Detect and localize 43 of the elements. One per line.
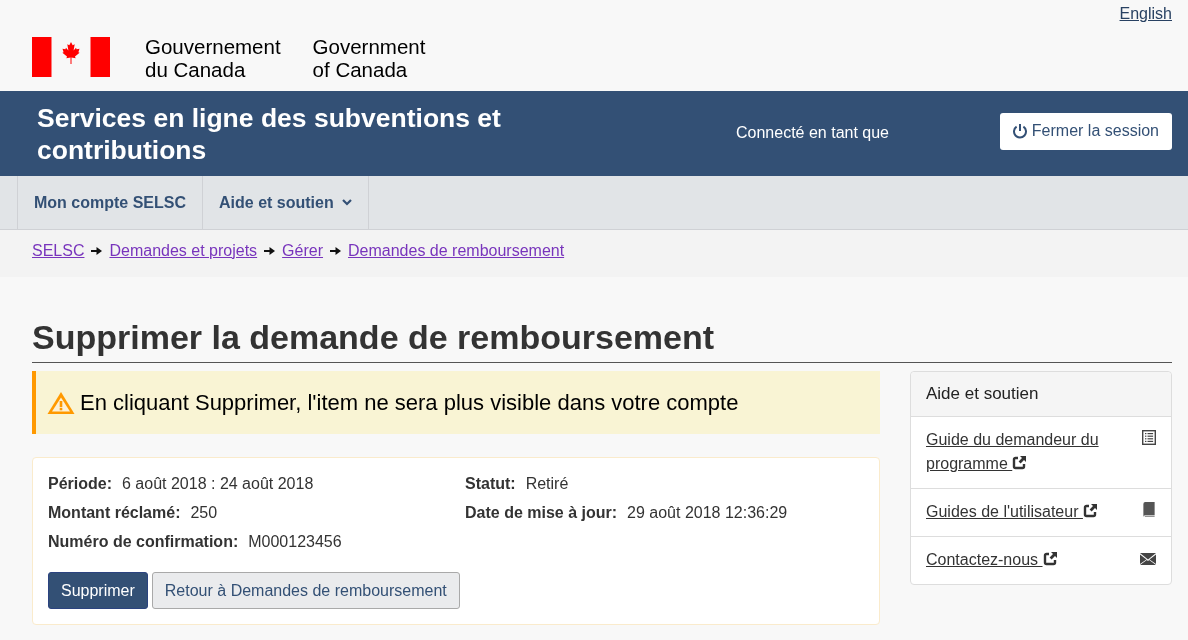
field-label: Date de mise à jour: <box>465 503 618 522</box>
canadian-flag-icon <box>32 37 110 77</box>
document-icon <box>1142 430 1156 445</box>
help-link[interactable]: Guide du demandeur du programme <box>926 428 1111 476</box>
arrow-icon <box>91 245 103 256</box>
breadcrumb-link[interactable]: Demandes de remboursement <box>348 241 565 260</box>
menu-dropdown[interactable]: Aide et soutien <box>203 176 369 229</box>
field-label: Montant réclamé: <box>48 503 181 522</box>
help-panel-title: Aide et soutien <box>911 372 1171 417</box>
government-name: Government of Canada <box>312 35 426 81</box>
help-link[interactable]: Contactez-nous <box>926 548 1058 572</box>
field-label: Statut: <box>465 474 516 493</box>
book-icon <box>1142 502 1156 517</box>
language-link[interactable]: English <box>1119 4 1172 28</box>
field-value: 250 <box>190 503 218 522</box>
breadcrumb-link[interactable]: Demandes et projets <box>109 241 258 260</box>
field-value: 29 août 2018 12:36:29 <box>627 503 788 522</box>
field-label: Période: <box>48 474 112 493</box>
external-link-icon <box>1042 551 1058 566</box>
breadcrumb-link[interactable]: SELSC <box>32 241 85 260</box>
back-button[interactable]: Retour à Demandes de remboursement <box>151 572 460 609</box>
arrow-icon <box>330 245 341 256</box>
power-icon <box>1011 123 1028 139</box>
warning-icon <box>47 390 75 415</box>
site-title: Services en ligne des subventions et contributions <box>37 101 502 166</box>
field-value: Retiré <box>525 474 569 493</box>
menu-link[interactable]: Mon compte SELSC <box>17 176 203 229</box>
signed-in-label: Connecté en tant que <box>736 123 889 142</box>
breadcrumb-link[interactable]: Gérer <box>282 241 323 260</box>
field-value: 6 août 2018 : 24 août 2018 <box>122 474 314 493</box>
external-link-icon <box>1012 455 1028 470</box>
page-title: Supprimer la demande de remboursement <box>32 317 716 357</box>
warning-text: En cliquant Supprimer, l'item ne sera plus visible dans votre compte <box>80 389 739 416</box>
delete-button[interactable]: Supprimer <box>48 572 148 609</box>
sign-out-button[interactable]: Fermer la session <box>999 112 1172 150</box>
external-link-icon <box>1082 503 1098 518</box>
caret-icon <box>341 199 352 206</box>
envelope-icon <box>1140 553 1156 565</box>
help-link[interactable]: Guides de l'utilisateur <box>926 500 1098 524</box>
field-label: Numéro de confirmation: <box>48 532 239 551</box>
field-value: M000123456 <box>248 532 342 551</box>
government-name: Gouvernement du Canada <box>145 35 281 81</box>
arrow-icon <box>264 245 276 256</box>
